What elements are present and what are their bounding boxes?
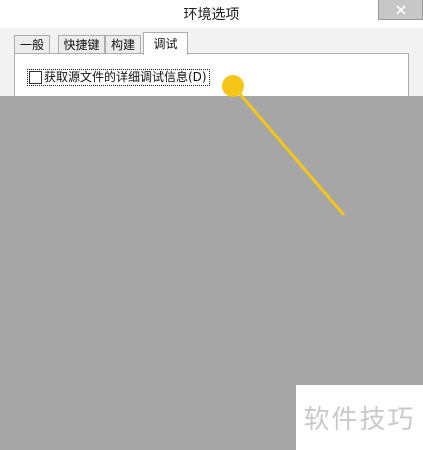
tab-build[interactable]: 构建 (105, 35, 141, 54)
tab-general[interactable]: 一般 (14, 35, 50, 54)
detailed-debug-info-checkbox[interactable]: 获取源文件的详细调试信息(D) (27, 69, 210, 86)
checkbox-label: 获取源文件的详细调试信息(D) (44, 70, 207, 84)
environment-options-dialog: 环境选项 一般 快捷键 构建 调试 获取源文件的详细调试信息(D) 软件技巧 (0, 0, 423, 450)
title-bar[interactable]: 环境选项 (0, 0, 423, 28)
window-title: 环境选项 (183, 7, 240, 23)
tab-shortcuts[interactable]: 快捷键 (58, 35, 105, 54)
close-icon (395, 4, 406, 15)
checkbox-box[interactable] (29, 71, 42, 84)
watermark: 软件技巧 (296, 385, 423, 450)
close-button[interactable] (378, 0, 423, 20)
watermark-text: 软件技巧 (303, 405, 416, 435)
tab-debug[interactable]: 调试 (143, 32, 188, 55)
